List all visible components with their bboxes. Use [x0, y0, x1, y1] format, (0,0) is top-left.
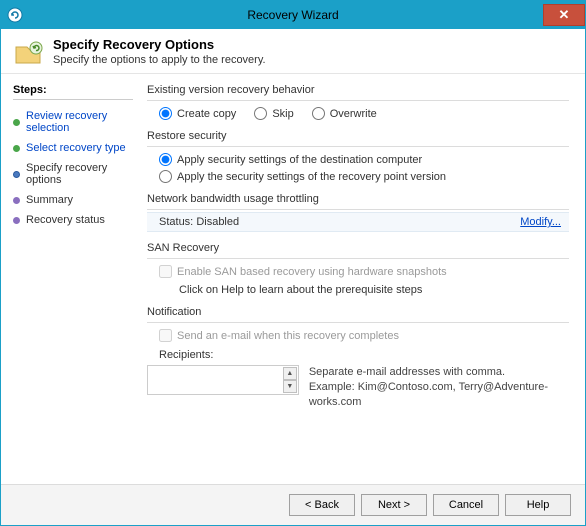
close-icon: ✕ — [559, 7, 570, 23]
step-bullet-done-icon — [13, 119, 20, 126]
step-recovery-status: Recovery status — [13, 210, 133, 230]
chevron-up-icon: ▲ — [283, 367, 297, 380]
steps-panel: Steps: Review recovery selection Select … — [1, 74, 139, 484]
group-label: Restore security — [147, 130, 569, 142]
step-bullet-todo-icon — [13, 217, 20, 224]
wizard-icon — [13, 37, 45, 69]
san-help-text: Click on Help to learn about the prerequ… — [147, 284, 569, 296]
radio-skip-input[interactable] — [254, 107, 267, 120]
radio-create-copy-input[interactable] — [159, 107, 172, 120]
throttling-modify-link[interactable]: Modify... — [520, 216, 561, 228]
wizard-footer: < Back Next > Cancel Help — [1, 485, 585, 525]
group-label: Network bandwidth usage throttling — [147, 193, 569, 205]
step-review-recovery-selection[interactable]: Review recovery selection — [13, 106, 133, 138]
recipients-label: Recipients: — [147, 349, 569, 361]
san-enable-checkbox — [159, 265, 172, 278]
step-label: Specify recovery options — [26, 162, 133, 186]
recipients-input: ▲ ▼ — [147, 365, 299, 395]
step-specify-recovery-options: Specify recovery options — [13, 158, 133, 190]
next-button[interactable]: Next > — [361, 494, 427, 516]
radio-overwrite-input[interactable] — [312, 107, 325, 120]
notification-email-checkbox-label: Send an e-mail when this recovery comple… — [147, 329, 399, 342]
existing-version-group: Existing version recovery behavior Creat… — [147, 84, 569, 120]
step-summary: Summary — [13, 190, 133, 210]
window-title: Recovery Wizard — [1, 8, 585, 22]
notification-email-checkbox — [159, 329, 172, 342]
radio-security-destination-input[interactable] — [159, 153, 172, 166]
cancel-button[interactable]: Cancel — [433, 494, 499, 516]
step-link[interactable]: Review recovery selection — [26, 110, 133, 134]
restore-security-group: Restore security Apply security settings… — [147, 130, 569, 183]
title-bar: Recovery Wizard ✕ — [1, 1, 585, 29]
radio-create-copy[interactable]: Create copy — [159, 107, 236, 120]
app-icon — [1, 1, 29, 29]
radio-security-destination[interactable]: Apply security settings of the destinati… — [159, 153, 569, 166]
group-label: Existing version recovery behavior — [147, 84, 569, 96]
page-subtitle: Specify the options to apply to the reco… — [53, 54, 266, 66]
step-bullet-current-icon — [13, 171, 20, 178]
step-label: Summary — [26, 194, 73, 206]
wizard-header: Specify Recovery Options Specify the opt… — [1, 29, 585, 74]
throttling-status: Status: Disabled — [159, 216, 239, 228]
step-bullet-done-icon — [13, 145, 20, 152]
steps-heading: Steps: — [13, 84, 133, 100]
page-title: Specify Recovery Options — [53, 37, 266, 52]
san-enable-checkbox-label: Enable SAN based recovery using hardware… — [147, 265, 447, 278]
recipients-help: Separate e-mail addresses with comma. Ex… — [309, 365, 569, 410]
notification-group: Notification Send an e-mail when this re… — [147, 306, 569, 410]
step-label: Recovery status — [26, 214, 105, 226]
throttling-group: Network bandwidth usage throttling Statu… — [147, 193, 569, 232]
group-label: Notification — [147, 306, 569, 318]
help-button[interactable]: Help — [505, 494, 571, 516]
chevron-down-icon: ▼ — [283, 380, 297, 393]
radio-overwrite[interactable]: Overwrite — [312, 107, 377, 120]
radio-security-recovery-point-input[interactable] — [159, 170, 172, 183]
step-bullet-todo-icon — [13, 197, 20, 204]
radio-skip[interactable]: Skip — [254, 107, 293, 120]
san-recovery-group: SAN Recovery Enable SAN based recovery u… — [147, 242, 569, 296]
step-link[interactable]: Select recovery type — [26, 142, 126, 154]
content-panel: Existing version recovery behavior Creat… — [139, 74, 585, 484]
close-button[interactable]: ✕ — [543, 4, 585, 26]
step-select-recovery-type[interactable]: Select recovery type — [13, 138, 133, 158]
group-label: SAN Recovery — [147, 242, 569, 254]
radio-security-recovery-point[interactable]: Apply the security settings of the recov… — [159, 170, 569, 183]
back-button[interactable]: < Back — [289, 494, 355, 516]
recipients-spin: ▲ ▼ — [283, 367, 297, 393]
